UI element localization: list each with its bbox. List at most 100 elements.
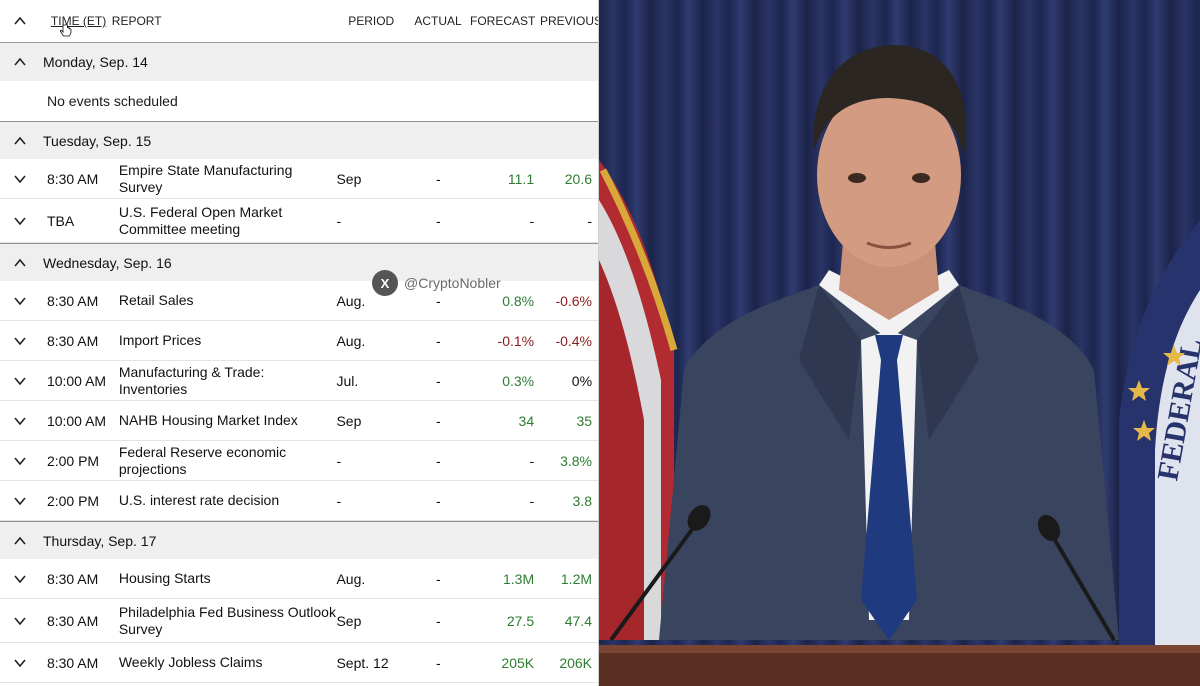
expand-event-button[interactable]	[0, 494, 40, 508]
event-row[interactable]: 10:00 AM Manufacturing & Trade: Inventori…	[0, 361, 598, 401]
event-previous: 20.6	[564, 170, 593, 187]
event-report: Retail Sales	[118, 292, 194, 308]
calendar-header: TIME (ET) REPORT PERIOD ACTUAL FORECAST …	[0, 0, 598, 43]
event-period: Aug.	[336, 570, 366, 587]
chevron-down-icon	[14, 216, 26, 225]
event-previous: 1.2M	[560, 570, 593, 587]
day-label: Monday, Sep. 14	[43, 54, 148, 70]
event-report: Weekly Jobless Claims	[118, 654, 263, 670]
event-actual: -	[435, 612, 441, 629]
event-time: 8:30 AM	[46, 654, 99, 671]
collapse-day-button[interactable]	[0, 134, 40, 148]
event-period: Sept. 12	[336, 654, 389, 671]
day-group-header[interactable]: Wednesday, Sep. 16	[0, 243, 598, 281]
chevron-down-icon	[14, 174, 26, 183]
event-report: Empire State Manufacturing Survey	[118, 161, 293, 195]
collapse-all-button[interactable]	[0, 14, 40, 28]
event-report: NAHB Housing Market Index	[118, 412, 298, 428]
speaker-illustration: FEDERAL	[599, 45, 1200, 686]
chevron-down-icon	[14, 336, 26, 345]
chevron-down-icon	[14, 658, 26, 667]
event-period: Sep	[336, 412, 362, 429]
event-period: Aug.	[336, 332, 366, 349]
column-header-period[interactable]: PERIOD	[336, 14, 406, 28]
event-actual: -	[435, 492, 441, 509]
expand-event-button[interactable]	[0, 374, 40, 388]
event-forecast: -	[529, 212, 535, 229]
event-row[interactable]: 8:30 AM Weekly Jobless Claims Sept. 12 - 205…	[0, 643, 598, 683]
expand-event-button[interactable]	[0, 334, 40, 348]
event-forecast: -	[529, 452, 535, 469]
collapse-day-button[interactable]	[0, 534, 40, 548]
event-time: 8:30 AM	[46, 570, 99, 587]
event-actual: -	[435, 412, 441, 429]
day-label: Wednesday, Sep. 16	[43, 254, 172, 271]
event-report: U.S. Federal Open Market Committee meeti…	[118, 203, 283, 237]
collapse-day-button[interactable]	[0, 256, 40, 270]
event-forecast: 27.5	[506, 612, 535, 629]
collapse-day-button[interactable]	[0, 55, 40, 69]
column-header-forecast[interactable]: FORECAST	[470, 14, 540, 28]
event-row[interactable]: 8:30 AM Retail Sales Aug. -0.8% -0.6%	[0, 281, 598, 321]
chevron-down-icon	[14, 456, 26, 465]
event-time: TBA	[46, 212, 75, 229]
press-conference-video: FEDERAL	[599, 0, 1200, 686]
no-events-message: No events scheduled	[0, 81, 598, 121]
event-row[interactable]: 8:30 AM Housing Starts Aug. - 1.3M 1.2M	[0, 559, 598, 599]
event-actual: -	[435, 654, 441, 671]
watermark-handle: @CryptoNobler	[404, 275, 501, 291]
event-row[interactable]: 10:00 AM NAHB Housing Market Index Sep - 34 3…	[0, 401, 598, 441]
event-period: -	[336, 492, 342, 509]
event-previous: 47.4	[564, 612, 593, 629]
chevron-up-icon	[14, 536, 26, 545]
expand-event-button[interactable]	[0, 656, 40, 670]
expand-event-button[interactable]	[0, 172, 40, 186]
column-header-previous[interactable]: PREVIOUS	[540, 14, 598, 28]
day-group-header[interactable]: Thursday, Sep. 17	[0, 521, 598, 559]
expand-event-button[interactable]	[0, 294, 40, 308]
expand-event-button[interactable]	[0, 214, 40, 228]
event-previous: 206K	[559, 654, 593, 671]
economic-calendar: TIME (ET) REPORT PERIOD ACTUAL FORECAST …	[0, 0, 599, 686]
event-row[interactable]: 8:30 AM Import Prices Aug. - -0.1% -0.4%	[0, 321, 598, 361]
expand-event-button[interactable]	[0, 414, 40, 428]
event-previous: 0%	[571, 372, 593, 389]
chevron-down-icon	[14, 616, 26, 625]
event-previous: -0.4%	[555, 332, 593, 349]
day-group-header[interactable]: Monday, Sep. 14	[0, 43, 598, 81]
event-forecast: 205K	[501, 654, 535, 671]
expand-event-button[interactable]	[0, 572, 40, 586]
event-forecast: 11.1	[507, 170, 535, 187]
expand-event-button[interactable]	[0, 614, 40, 628]
event-time: 2:00 PM	[46, 492, 100, 509]
chevron-down-icon	[14, 296, 26, 305]
event-time: 2:00 PM	[46, 452, 100, 469]
chevron-up-icon	[14, 136, 26, 145]
event-row[interactable]: 2:00 PM U.S. interest rate decision - - - 3.8	[0, 481, 598, 521]
calendar-body: Monday, Sep. 14 No events scheduled Tuesda…	[0, 43, 598, 683]
event-row[interactable]: 2:00 PM Federal Reserve economic projecti…	[0, 441, 598, 481]
expand-event-button[interactable]	[0, 454, 40, 468]
event-row[interactable]: 8:30 AM Empire State Manufacturing Survey…	[0, 159, 598, 199]
day-group-header[interactable]: Tuesday, Sep. 15	[0, 121, 598, 159]
event-forecast: -	[529, 492, 535, 509]
event-forecast: -0.1%	[497, 332, 535, 349]
event-period: Jul.	[336, 372, 359, 389]
event-report: Housing Starts	[118, 570, 211, 586]
event-row[interactable]: 8:30 AM Philadelphia Fed Business Outlook…	[0, 599, 598, 643]
chevron-down-icon	[14, 496, 26, 505]
event-previous: 3.8%	[560, 452, 593, 469]
event-row[interactable]: TBA U.S. Federal Open Market Committee me…	[0, 199, 598, 243]
event-forecast: 34	[518, 412, 535, 429]
event-actual: -	[435, 372, 441, 389]
event-period: Sep	[336, 612, 362, 629]
column-header-actual[interactable]: ACTUAL	[406, 14, 470, 28]
column-header-report[interactable]: REPORT	[112, 14, 337, 28]
chevron-down-icon	[14, 574, 26, 583]
chevron-up-icon	[14, 57, 26, 66]
watermark: X @CryptoNobler	[372, 270, 501, 296]
event-actual: -	[435, 170, 441, 187]
x-logo-icon: X	[372, 270, 398, 296]
column-header-time[interactable]: TIME (ET)	[40, 14, 112, 28]
event-time: 8:30 AM	[46, 292, 99, 309]
